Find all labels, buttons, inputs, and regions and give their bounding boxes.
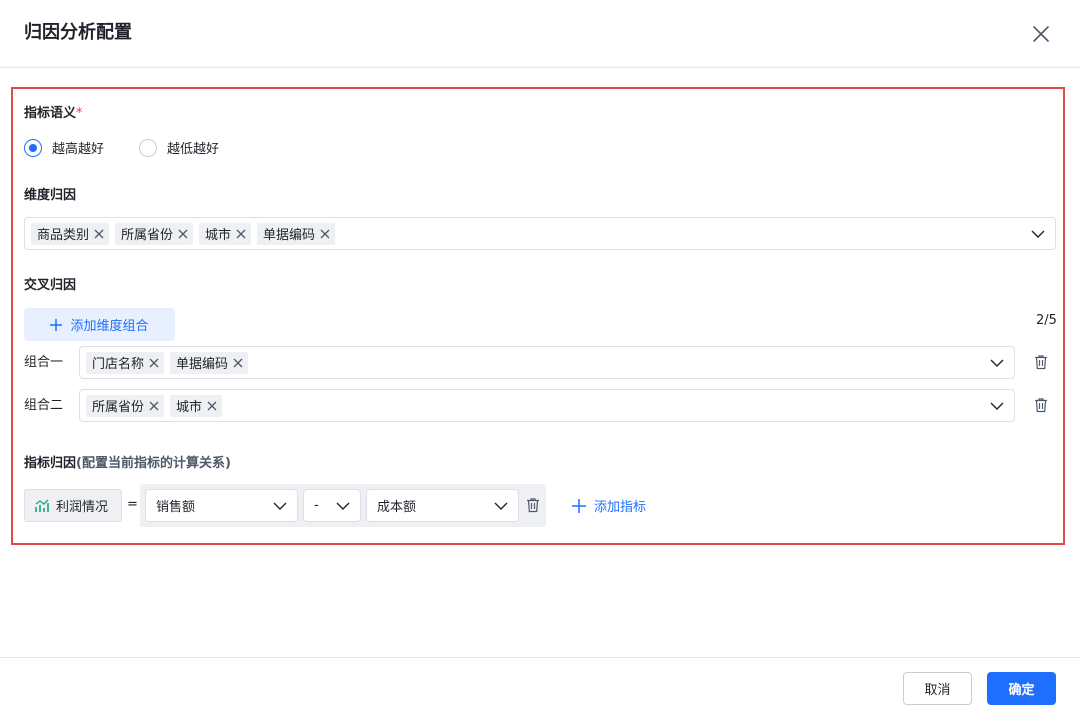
add-metric-button[interactable]: 添加指标 (572, 496, 646, 515)
group-tag: 城市 (170, 394, 223, 417)
operand-two-select[interactable]: 成本额 (366, 489, 519, 522)
confirm-button[interactable]: 确定 (987, 672, 1056, 705)
dialog-header: 归因分析配置 (0, 0, 1080, 68)
group-tag: 所属省份 (86, 394, 165, 417)
delete-formula-icon[interactable] (525, 497, 541, 513)
dimension-tag: 所属省份 (115, 222, 194, 245)
radio-label-higher-better: 越高越好 (52, 142, 105, 157)
dialog-title: 归因分析配置 (24, 22, 132, 43)
plus-icon (50, 318, 63, 331)
tag-remove-icon[interactable] (93, 228, 105, 240)
required-mark: * (76, 106, 83, 121)
tag-remove-icon[interactable] (177, 228, 189, 240)
dimension-tag: 单据编码 (257, 222, 336, 245)
delete-group-two-icon[interactable] (1033, 397, 1049, 413)
group-one-select[interactable]: 门店名称 单据编码 (79, 346, 1015, 379)
metric-name: 利润情况 (56, 500, 109, 515)
operand-one-select[interactable]: 销售额 (145, 489, 298, 522)
dimension-tag: 商品类别 (31, 222, 110, 245)
tag-label: 单据编码 (176, 357, 229, 372)
delete-group-one-icon[interactable] (1033, 354, 1049, 370)
plus-icon (572, 498, 586, 513)
tag-remove-icon[interactable] (148, 400, 160, 412)
group-one-label: 组合一 (24, 355, 64, 370)
tag-remove-icon[interactable] (232, 357, 244, 369)
tag-label: 城市 (205, 228, 232, 243)
group-two-select[interactable]: 所属省份 城市 (79, 389, 1015, 422)
metric-attribution-label: 指标归因(配置当前指标的计算关系) (24, 455, 231, 473)
radio-lower-better[interactable]: 越低越好 (139, 138, 219, 157)
tag-label: 城市 (176, 400, 203, 415)
operand-two-value: 成本额 (377, 500, 417, 515)
group-two-label: 组合二 (24, 398, 64, 413)
tag-remove-icon[interactable] (235, 228, 247, 240)
tag-remove-icon[interactable] (206, 400, 218, 412)
tag-label: 所属省份 (92, 400, 145, 415)
radio-higher-better[interactable]: 越高越好 (24, 138, 104, 157)
metric-attribution-label-text: 指标归因 (24, 456, 77, 471)
group-tag: 门店名称 (86, 351, 165, 374)
close-icon[interactable] (1029, 22, 1053, 46)
tag-label: 所属省份 (121, 228, 174, 243)
tag-remove-icon[interactable] (319, 228, 331, 240)
tag-label: 商品类别 (37, 228, 90, 243)
tag-remove-icon[interactable] (148, 357, 160, 369)
combo-count: 2/5 (1036, 313, 1057, 328)
operand-one-value: 销售额 (156, 500, 196, 515)
chart-trend-icon (35, 499, 49, 512)
metric-attribution-sublabel: (配置当前指标的计算关系) (76, 456, 231, 471)
radio-checked-icon[interactable] (24, 138, 42, 157)
chevron-down-icon[interactable] (990, 356, 1004, 370)
tag-label: 单据编码 (263, 228, 316, 243)
radio-label-lower-better: 越低越好 (167, 142, 220, 157)
operator-value: - (314, 498, 319, 513)
tag-label: 门店名称 (92, 357, 145, 372)
dimension-select[interactable]: 商品类别 所属省份 城市 单据编码 (24, 217, 1056, 250)
dimension-attribution-label: 维度归因 (24, 188, 77, 203)
chevron-down-icon[interactable] (273, 499, 287, 513)
dimension-tag: 城市 (199, 222, 252, 245)
radio-unchecked-icon[interactable] (139, 138, 157, 157)
chevron-down-icon[interactable] (494, 499, 508, 513)
chevron-down-icon[interactable] (990, 399, 1004, 413)
chevron-down-icon[interactable] (1031, 227, 1045, 241)
cross-attribution-label: 交叉归因 (24, 278, 77, 293)
group-tag: 单据编码 (170, 351, 249, 374)
chevron-down-icon[interactable] (336, 499, 350, 513)
indicator-semantic-label-text: 指标语义 (24, 106, 77, 121)
metric-box: 利润情况 (24, 489, 122, 522)
cancel-button[interactable]: 取消 (903, 672, 972, 705)
operator-select[interactable]: - (303, 489, 361, 522)
equals-sign: = (127, 497, 138, 512)
indicator-semantic-label: 指标语义* (24, 105, 83, 123)
add-dimension-combo-button[interactable]: 添加维度组合 (24, 308, 175, 341)
add-dimension-combo-label: 添加维度组合 (70, 319, 149, 334)
add-metric-label: 添加指标 (594, 500, 647, 515)
